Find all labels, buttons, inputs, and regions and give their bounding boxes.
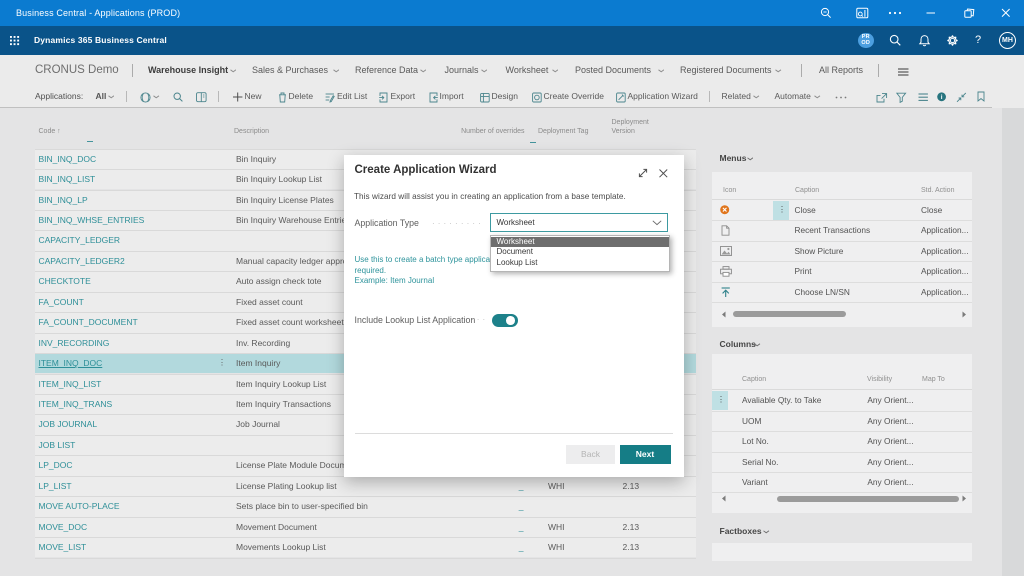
svg-text:i: i	[940, 94, 942, 101]
